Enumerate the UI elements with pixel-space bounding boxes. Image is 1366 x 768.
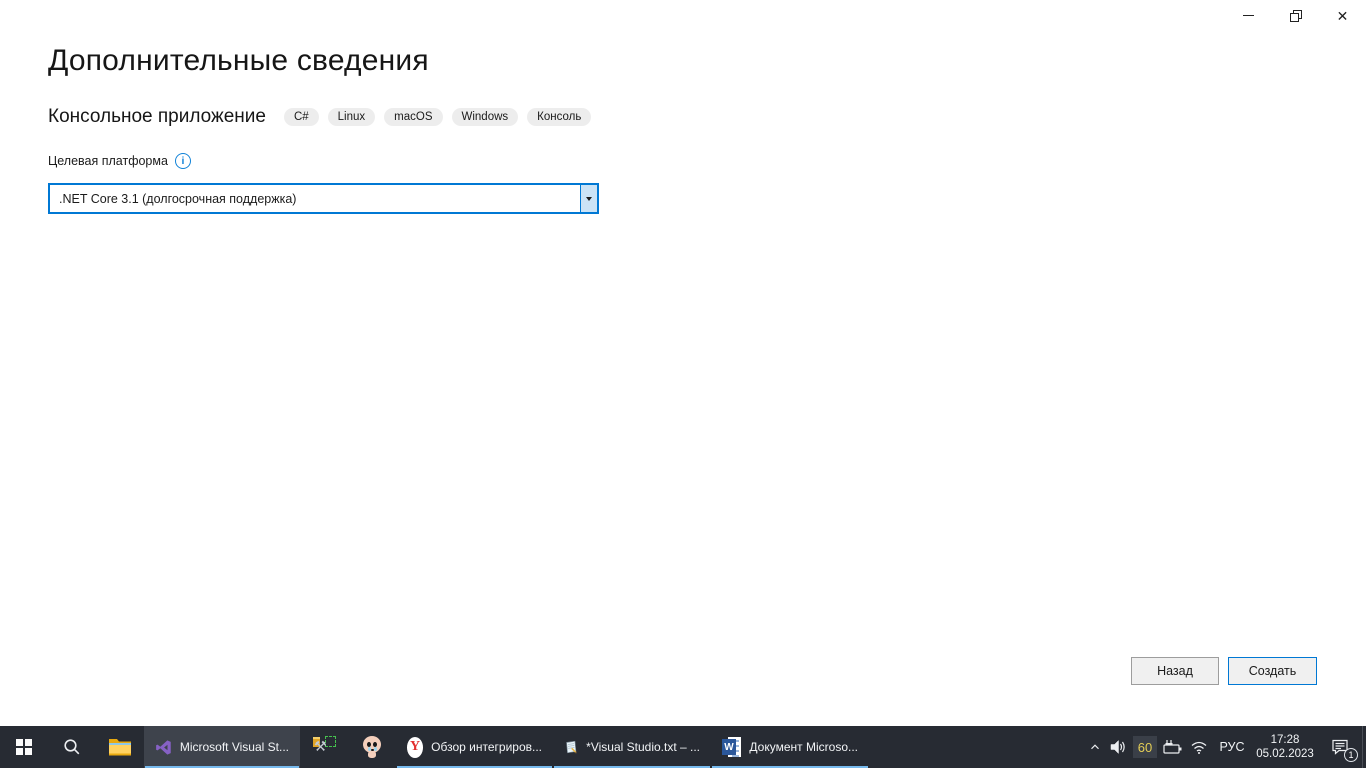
minimize-button[interactable] [1225,0,1272,31]
language-code: РУС [1219,740,1244,754]
chevron-up-icon [1088,740,1102,754]
search-icon [63,738,81,756]
word-icon: W [722,736,741,758]
taskbar-task-visual-studio[interactable]: Microsoft Visual St... [144,726,300,768]
windows-start-icon [16,739,32,755]
project-type-label: Консольное приложение [48,106,266,128]
tray-time: 17:28 [1271,733,1300,747]
tag-csharp: C# [284,108,319,126]
volume-button[interactable] [1106,726,1132,768]
game-editor-icon: ⚒ [312,735,336,759]
show-desktop-button[interactable] [1362,726,1366,768]
network-button[interactable] [1186,726,1212,768]
project-type-row: Консольное приложение C# Linux macOS Win… [48,106,591,128]
visual-studio-icon [155,736,172,759]
restore-icon [1290,10,1302,22]
close-button[interactable]: ✕ [1319,0,1366,31]
show-hidden-icons-button[interactable] [1084,726,1106,768]
taskbar-task-word[interactable]: W Документ Microso... [711,726,869,768]
target-framework-select[interactable]: .NET Core 3.1 (долгосрочная поддержка) [48,183,599,214]
target-framework-selected-value: .NET Core 3.1 (долгосрочная поддержка) [50,185,580,212]
notepad-icon [564,736,578,758]
target-framework-row: Целевая платформа i [48,153,191,169]
notification-count-badge: 1 [1344,748,1358,762]
isaac-baby-icon [361,736,383,758]
battery-button[interactable] [1158,726,1186,768]
task-label: Документ Microso... [749,740,858,754]
taskbar-task-binding-of-isaac[interactable] [348,726,396,768]
create-button[interactable]: Создать [1228,657,1317,685]
file-explorer-button[interactable] [96,726,144,768]
chevron-down-icon [586,197,592,201]
language-indicator[interactable]: РУС [1212,726,1252,768]
yandex-browser-icon: Y [407,737,423,758]
page-title: Дополнительные сведения [48,44,429,78]
action-center-button[interactable]: 1 [1318,726,1362,768]
select-dropdown-button[interactable] [580,185,597,212]
restore-button[interactable] [1272,0,1319,31]
back-button[interactable]: Назад [1131,657,1219,685]
info-icon[interactable]: i [175,153,191,169]
close-icon: ✕ [1337,9,1349,23]
folder-icon [108,737,132,757]
window-controls: ✕ [1225,0,1366,31]
tag-console: Консоль [527,108,591,126]
taskbar: Microsoft Visual St... ⚒ Y Обзор интегри… [0,726,1366,768]
tag-list: C# Linux macOS Windows Консоль [284,108,591,126]
start-button[interactable] [0,726,48,768]
minimize-icon [1243,15,1254,17]
task-label: Обзор интегриров... [431,740,542,754]
tray-date: 05.02.2023 [1256,747,1314,761]
task-label: *Visual Studio.txt – ... [586,740,700,754]
task-label: Microsoft Visual St... [180,740,289,754]
battery-percent-indicator[interactable]: 60 [1133,736,1157,758]
taskbar-task-game-editor[interactable]: ⚒ [300,726,348,768]
battery-percent-value: 60 [1138,740,1152,755]
speaker-icon [1110,739,1128,755]
taskbar-task-yandex-browser[interactable]: Y Обзор интегриров... [396,726,553,768]
target-framework-label: Целевая платформа [48,154,168,168]
tag-windows: Windows [452,108,519,126]
system-tray: 60 РУС 17:28 05.02.2023 [1084,726,1366,768]
clock[interactable]: 17:28 05.02.2023 [1252,726,1318,768]
taskbar-task-notepad[interactable]: *Visual Studio.txt – ... [553,726,711,768]
tag-macos: macOS [384,108,442,126]
battery-charging-icon [1161,739,1183,755]
tag-linux: Linux [328,108,376,126]
search-button[interactable] [48,726,96,768]
wifi-icon [1190,739,1208,755]
